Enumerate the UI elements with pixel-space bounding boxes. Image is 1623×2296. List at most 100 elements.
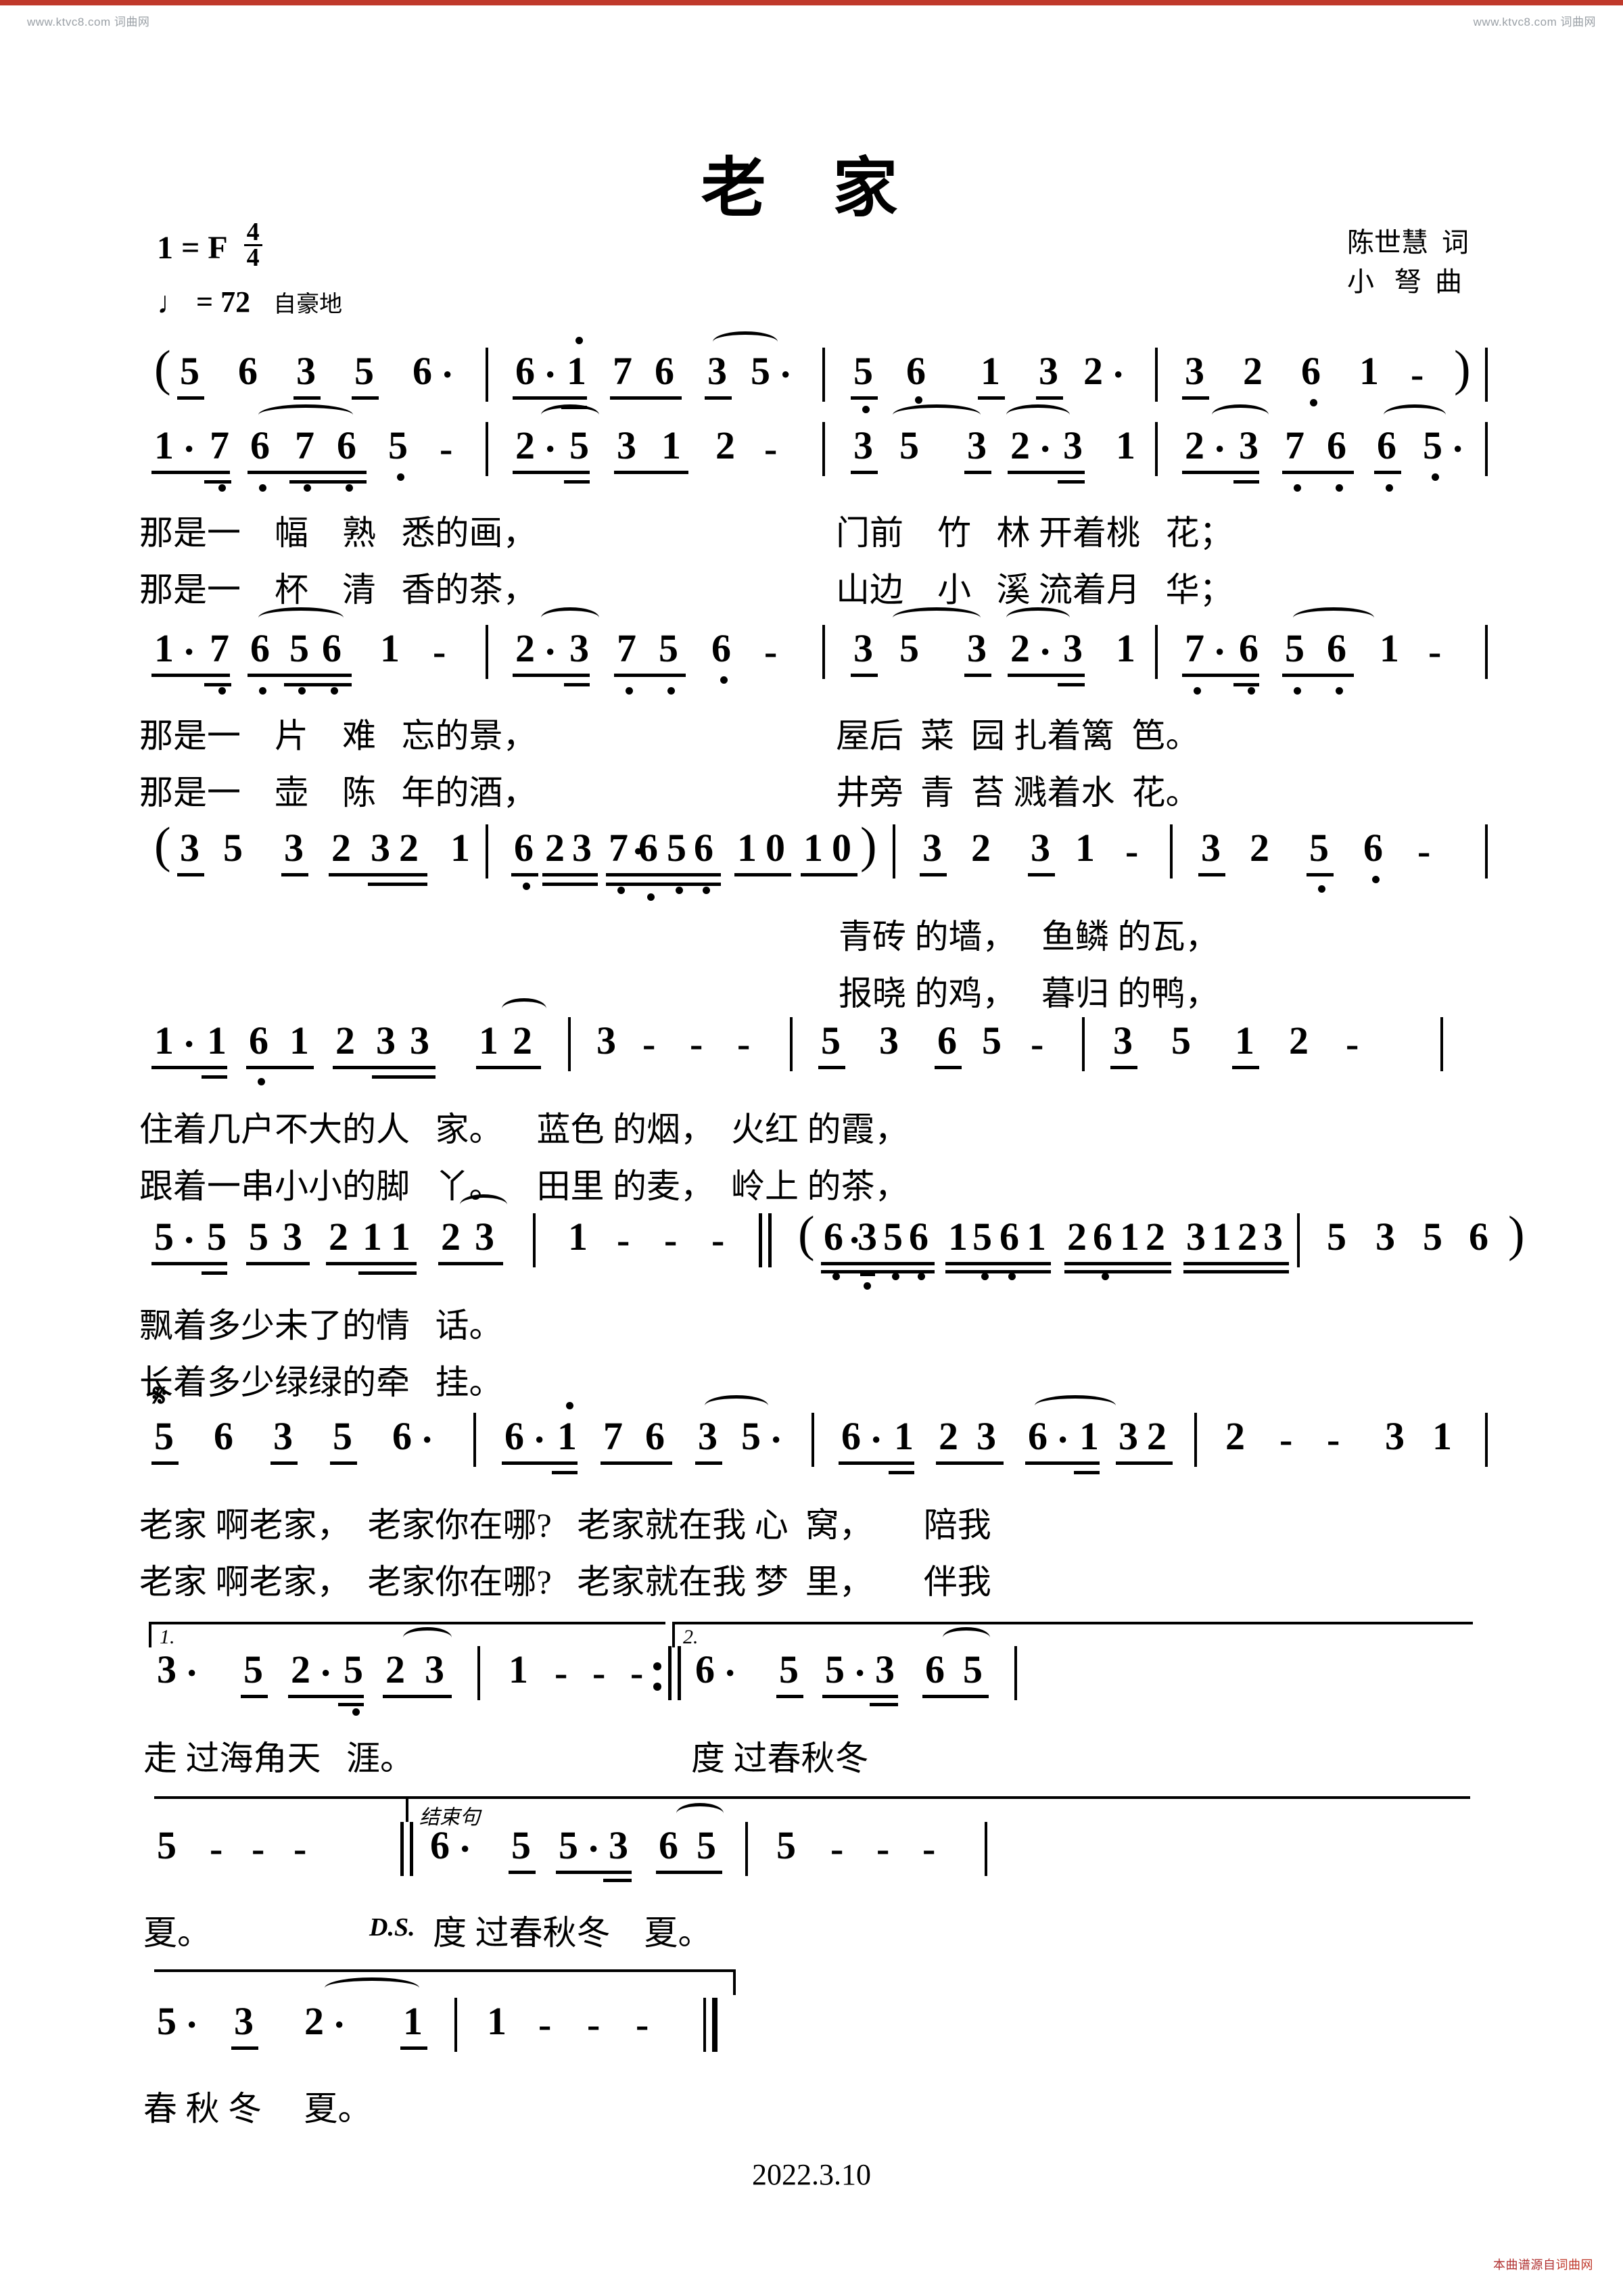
note: 6 xyxy=(337,423,356,467)
barline xyxy=(454,1998,457,2052)
note: 6 xyxy=(250,626,270,670)
low-octave-dot xyxy=(647,893,655,901)
note: 5 xyxy=(569,423,589,467)
duration-dash: - xyxy=(1279,1418,1293,1461)
note: 6 xyxy=(1377,423,1396,467)
note: 0 xyxy=(832,826,851,870)
note: 2 xyxy=(939,1414,958,1458)
watermark-top-left: www.ktvc8.com 词曲网 xyxy=(27,16,150,28)
system-coda: 5 · 3 2 · 1 1 - - - 春 秋 冬 夏。 xyxy=(0,1969,1623,2134)
low-octave-dot xyxy=(346,484,353,492)
note: 5 xyxy=(559,1823,578,1867)
coda-bracket-continued xyxy=(154,1969,733,1972)
note: 6 xyxy=(1239,626,1259,670)
note: 2 xyxy=(515,626,535,670)
note: 5 xyxy=(1423,423,1442,467)
note: 2 xyxy=(1067,1215,1087,1259)
note: 6 xyxy=(824,1215,843,1259)
barline xyxy=(790,1017,793,1071)
note: 2 xyxy=(331,826,351,870)
credits-block: 陈世慧 词 小 弩 曲 xyxy=(1347,223,1469,302)
volta-1-label: 1. xyxy=(160,1626,175,1648)
slur xyxy=(258,607,344,628)
note: 2 xyxy=(1146,1215,1165,1259)
duration-dash: - xyxy=(587,2002,601,2046)
low-octave-dot xyxy=(1248,687,1255,695)
note: 5 xyxy=(972,1215,992,1259)
slur xyxy=(676,1803,724,1824)
note: 6 xyxy=(430,1823,450,1867)
system-interlude-1: ( 3 5 3 2 3 2 1 6 2 3 7 · 6 5 6 1 0 1 0 xyxy=(0,820,1623,1019)
augmentation-dot: · xyxy=(185,2002,199,2046)
double-barline xyxy=(759,1213,775,1267)
lyric-line: 屋后 菜 园 扎着篱 笆。 xyxy=(836,717,1200,755)
note: 2 xyxy=(385,1647,405,1691)
note: 1 xyxy=(1432,1414,1452,1458)
low-octave-dot xyxy=(626,687,633,695)
note: 6 xyxy=(925,1647,945,1691)
lyric-line: 春 秋 冬 夏。 xyxy=(143,2090,372,2128)
note: 3 xyxy=(569,626,589,670)
system-endings: 1. 2. 3 · 5 2 · 5 2 3 1 - - - 6 · 5 5 · … xyxy=(0,1622,1623,1784)
low-octave-dot xyxy=(397,473,404,481)
duration-dash: - xyxy=(1417,829,1431,873)
note: 5 xyxy=(223,826,243,870)
key-tempo-block: 1 = F 4 4 ♩ = 72 自豪地 xyxy=(157,219,342,319)
lyric-line: 跟着一串小小的脚 丫。 田里 的麦， 岭上 的茶， xyxy=(139,1167,909,1205)
duration-dash: - xyxy=(690,1022,703,1066)
lyric-line: 走 过海角天 涯。 xyxy=(143,1739,414,1777)
low-octave-dot xyxy=(915,396,922,404)
note: 3 xyxy=(234,1999,254,2043)
slur xyxy=(258,404,353,425)
note: 3 xyxy=(371,826,390,870)
low-octave-dot xyxy=(1294,484,1301,492)
augmentation-dot: · xyxy=(1451,427,1465,471)
system-chorus: 𝄋 5 6 3 5 6 · 6 · 1 7 6 3 5 · 6 · 1 2 3 … xyxy=(0,1378,1623,1608)
note: 5 xyxy=(776,1823,796,1867)
note: 3 xyxy=(875,1647,895,1691)
lyric-line: 住着几户不大的人 家。 蓝色 的烟， 火红 的霞， xyxy=(139,1110,909,1148)
key-signature-line: 1 = F 4 4 xyxy=(157,219,342,273)
note: 2 xyxy=(399,826,419,870)
barline xyxy=(745,1822,748,1876)
note: 1 xyxy=(479,1018,498,1062)
lyric-line: 那是一 杯 清 香的茶， xyxy=(139,571,537,609)
lyric-line: 青砖 的墙， 鱼鳞 的瓦， xyxy=(839,918,1219,956)
barline xyxy=(477,1646,480,1700)
note: 3 xyxy=(609,1823,628,1867)
note: 3 xyxy=(857,1215,877,1259)
duration-dash: - xyxy=(617,1218,630,1262)
note: 5 xyxy=(751,349,770,393)
duration-dash: - xyxy=(1346,1022,1359,1066)
barline xyxy=(1082,1017,1085,1071)
slur xyxy=(1035,1395,1116,1416)
augmentation-dot: · xyxy=(421,1418,434,1461)
note: 1 xyxy=(1079,1414,1099,1458)
note: 6 xyxy=(249,1018,268,1062)
repeat-barline xyxy=(668,1646,684,1700)
low-octave-dot xyxy=(304,484,311,492)
augmentation-dot: · xyxy=(333,2002,346,2046)
barline xyxy=(486,824,488,878)
note: 5 xyxy=(779,1647,799,1691)
paren-open: ( xyxy=(154,341,171,396)
note: 5 xyxy=(1309,826,1329,870)
slur xyxy=(403,1627,452,1648)
slur xyxy=(541,607,599,628)
low-octave-dot xyxy=(1008,1273,1016,1280)
note: 5 xyxy=(982,1018,1002,1062)
low-octave-dot xyxy=(981,1273,989,1280)
note: 6 xyxy=(999,1215,1019,1259)
note: 5 xyxy=(388,423,408,467)
augmentation-dot: · xyxy=(779,352,793,396)
note: 1 xyxy=(1116,423,1135,467)
top-white-rule xyxy=(0,5,1623,7)
lyrics-row-2: 报晓 的鸡， 暮归 的鸭， xyxy=(0,966,1623,1019)
slur xyxy=(1006,404,1070,425)
barline xyxy=(1155,348,1158,402)
augmentation-dot: · xyxy=(183,1022,196,1066)
note: 3 xyxy=(1385,1414,1405,1458)
lyric-line: 度 过春秋冬 夏。 xyxy=(433,1914,712,1952)
barline xyxy=(822,422,825,476)
note: 6 xyxy=(1469,1215,1488,1259)
